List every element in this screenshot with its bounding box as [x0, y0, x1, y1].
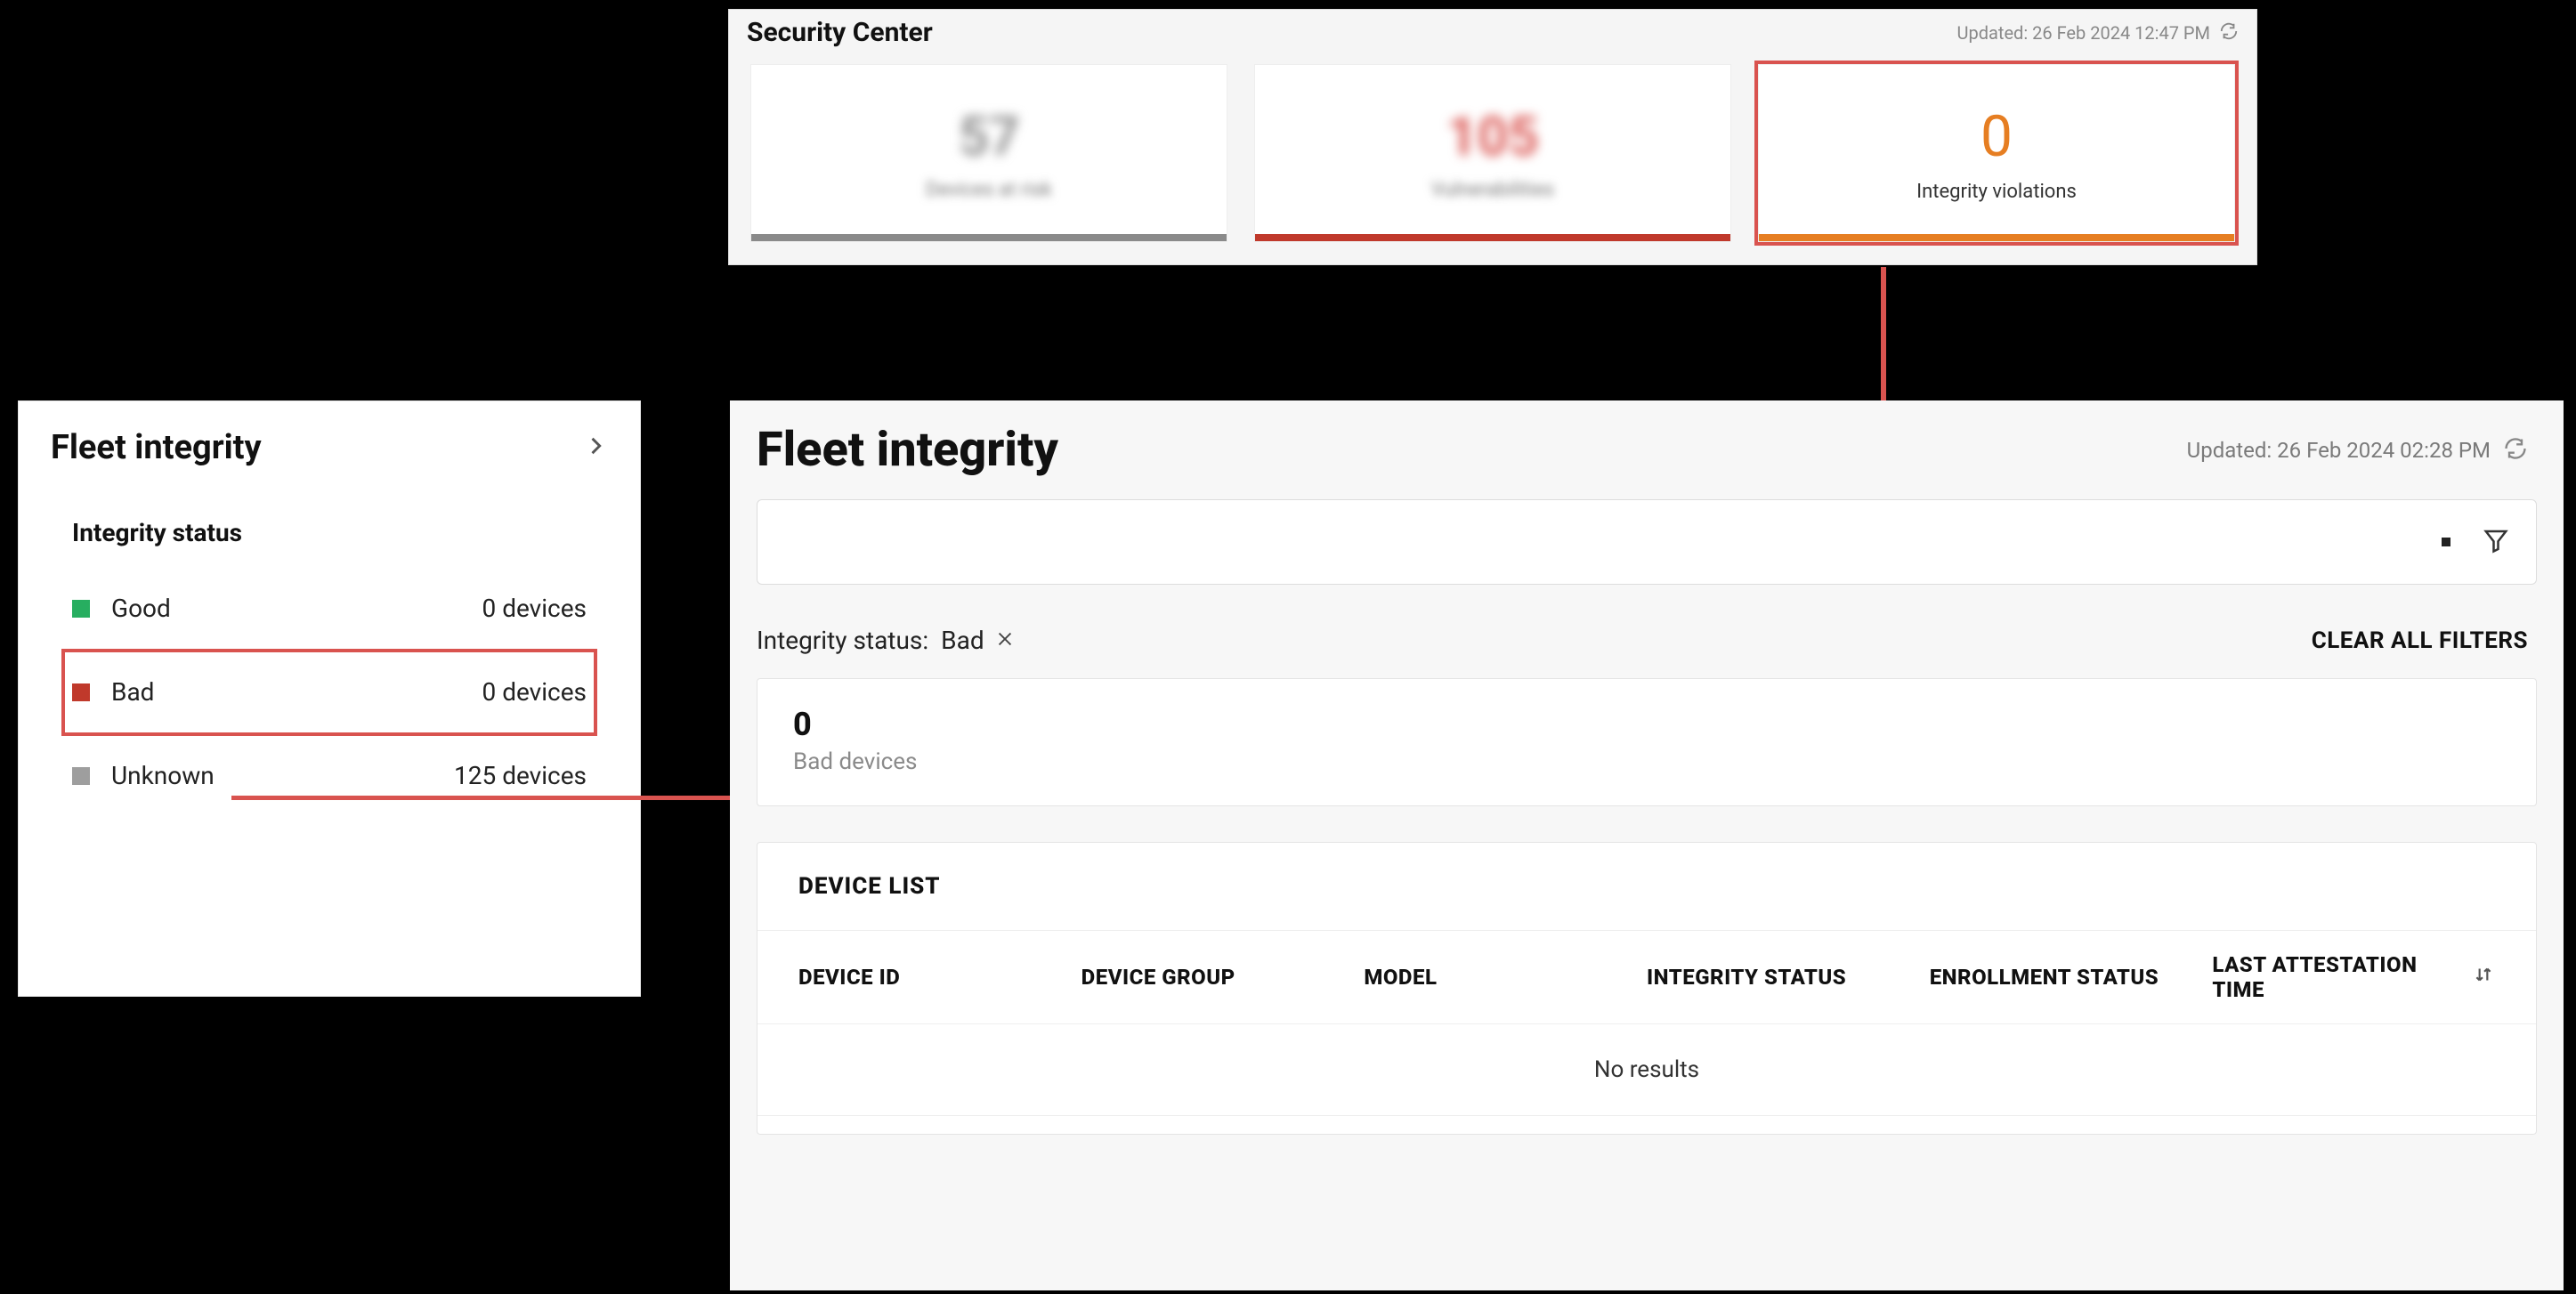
- status-count: 125 devices: [454, 761, 587, 790]
- tile-accent-bar: [1759, 234, 2234, 241]
- main-title: Fleet integrity: [757, 422, 1058, 478]
- status-row-bad[interactable]: Bad 0 devices: [63, 651, 595, 734]
- tile-label: Integrity violations: [1916, 181, 2077, 203]
- status-name: Good: [111, 594, 171, 623]
- more-icon[interactable]: [2442, 538, 2450, 546]
- security-center-title: Security Center: [747, 17, 933, 48]
- status-name: Bad: [111, 677, 154, 707]
- security-center-tiles: 57 Devices at risk 105 Vulnerabilities 0…: [729, 55, 2256, 242]
- active-filter-row: Integrity status: Bad CLEAR ALL FILTERS: [730, 585, 2564, 678]
- status-color-bad-icon: [72, 683, 90, 701]
- security-center-updated-wrap: Updated: 26 Feb 2024 12:47 PM: [1957, 21, 2239, 44]
- count-card: 0 Bad devices: [757, 678, 2537, 806]
- filter-label: Integrity status:: [757, 626, 928, 655]
- col-last-attestation-time[interactable]: LAST ATTESTATION TIME: [2212, 952, 2495, 1002]
- filter-value: Bad: [941, 626, 984, 655]
- refresh-icon[interactable]: [2219, 21, 2239, 44]
- tile-label: Vulnerabilities: [1431, 179, 1554, 201]
- col-integrity-status[interactable]: INTEGRITY STATUS: [1647, 965, 1930, 990]
- tile-integrity-violations[interactable]: 0 Integrity violations: [1758, 64, 2235, 242]
- integrity-status-list: Good 0 devices Bad 0 devices Unknown 125…: [19, 567, 640, 817]
- status-count: 0 devices: [482, 677, 587, 707]
- col-device-group[interactable]: DEVICE GROUP: [1081, 965, 1365, 990]
- chevron-right-icon: [583, 433, 608, 462]
- status-row-good[interactable]: Good 0 devices: [72, 567, 587, 651]
- toolbar: [757, 499, 2537, 585]
- sidebar-title: Fleet integrity: [51, 428, 262, 467]
- security-center-updated: Updated: 26 Feb 2024 12:47 PM: [1957, 22, 2210, 44]
- tile-value: 57: [959, 105, 1020, 168]
- status-count: 0 devices: [482, 594, 587, 623]
- active-filter: Integrity status: Bad: [757, 626, 1015, 655]
- sidebar-header[interactable]: Fleet integrity: [19, 401, 640, 491]
- status-name: Unknown: [111, 761, 215, 790]
- table-header-row: DEVICE ID DEVICE GROUP MODEL INTEGRITY S…: [757, 930, 2536, 1024]
- count-value: 0: [793, 706, 2500, 743]
- main-updated: Updated: 26 Feb 2024 02:28 PM: [2187, 438, 2491, 463]
- tile-value: 105: [1447, 105, 1539, 168]
- clear-all-filters-button[interactable]: CLEAR ALL FILTERS: [2312, 627, 2528, 654]
- filter-icon[interactable]: [2483, 527, 2509, 557]
- no-results-text: No results: [1594, 1056, 1699, 1083]
- main-updated-wrap: Updated: 26 Feb 2024 02:28 PM: [2187, 436, 2528, 465]
- col-enrollment-status[interactable]: ENROLLMENT STATUS: [1930, 965, 2213, 990]
- device-list-card: DEVICE LIST DEVICE ID DEVICE GROUP MODEL…: [757, 842, 2537, 1135]
- tile-devices-at-risk[interactable]: 57 Devices at risk: [750, 64, 1227, 242]
- security-center-card: Security Center Updated: 26 Feb 2024 12:…: [728, 9, 2257, 265]
- close-icon[interactable]: [995, 626, 1015, 655]
- col-label: LAST ATTESTATION TIME: [2212, 952, 2461, 1002]
- status-row-unknown[interactable]: Unknown 125 devices: [72, 734, 587, 817]
- tile-value: 0: [1981, 103, 2013, 170]
- sidebar-subtitle: Integrity status: [19, 491, 640, 567]
- tile-accent-bar: [751, 234, 1227, 241]
- tile-label: Devices at risk: [926, 179, 1052, 201]
- col-device-id[interactable]: DEVICE ID: [798, 965, 1081, 990]
- security-center-header: Security Center Updated: 26 Feb 2024 12:…: [729, 10, 2256, 55]
- sort-icon[interactable]: [2472, 963, 2495, 991]
- device-list-title: DEVICE LIST: [757, 843, 2536, 930]
- refresh-icon[interactable]: [2503, 436, 2528, 465]
- status-color-good-icon: [72, 600, 90, 618]
- count-label: Bad devices: [793, 748, 2500, 775]
- col-model[interactable]: MODEL: [1364, 965, 1647, 990]
- tile-accent-bar: [1255, 234, 1730, 241]
- tile-vulnerabilities[interactable]: 105 Vulnerabilities: [1254, 64, 1731, 242]
- main-header: Fleet integrity Updated: 26 Feb 2024 02:…: [730, 400, 2564, 496]
- table-body-empty: No results: [757, 1024, 2536, 1116]
- filter-chip[interactable]: Bad: [941, 626, 1014, 655]
- fleet-integrity-sidebar: Fleet integrity Integrity status Good 0 …: [18, 400, 641, 997]
- status-color-unknown-icon: [72, 767, 90, 785]
- fleet-integrity-main: Fleet integrity Updated: 26 Feb 2024 02:…: [730, 400, 2564, 1290]
